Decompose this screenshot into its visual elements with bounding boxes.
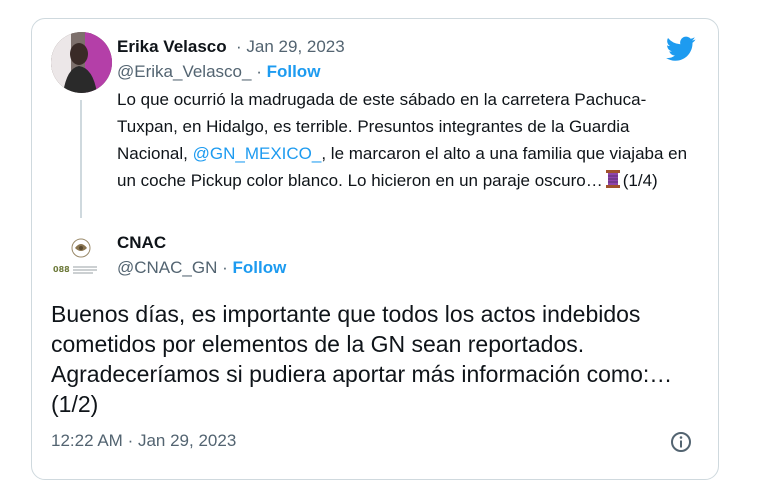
reply-date[interactable]: Jan 29, 2023 [138,431,236,450]
author-handle[interactable]: @Erika_Velasco_ [117,62,251,81]
separator-dot: · [256,62,262,81]
separator-dot: · [127,431,134,450]
info-icon[interactable] [670,431,692,453]
avatar-caption: 088 [53,265,70,274]
avatar-erika-velasco[interactable] [51,32,112,93]
mention-link[interactable]: @GN_MEXICO_ [193,144,322,163]
avatar-cnac[interactable]: 088 [51,236,99,280]
separator-dot: · [222,258,228,277]
reply-timestamp[interactable]: 12:22 AM · Jan 29, 2023 [51,431,236,451]
reply-time[interactable]: 12:22 AM [51,431,123,450]
separator-dot: · [236,37,242,56]
follow-button[interactable]: Follow [267,62,321,81]
reply-author-handle[interactable]: @CNAC_GN [117,258,217,277]
reply-text: Buenos días, es importante que todos los… [51,301,673,417]
tweet-text: Lo que ocurrió la madrugada de este sába… [117,90,688,190]
reply-author-name[interactable]: CNAC [117,233,166,252]
twitter-bird-icon[interactable] [666,36,696,62]
thread-spool-icon [605,170,620,188]
author-name[interactable]: Erika Velasco [117,37,227,56]
tweet-date[interactable]: Jan 29, 2023 [246,37,344,56]
reply-follow-button[interactable]: Follow [233,258,287,277]
thread-connector-line [80,100,82,218]
